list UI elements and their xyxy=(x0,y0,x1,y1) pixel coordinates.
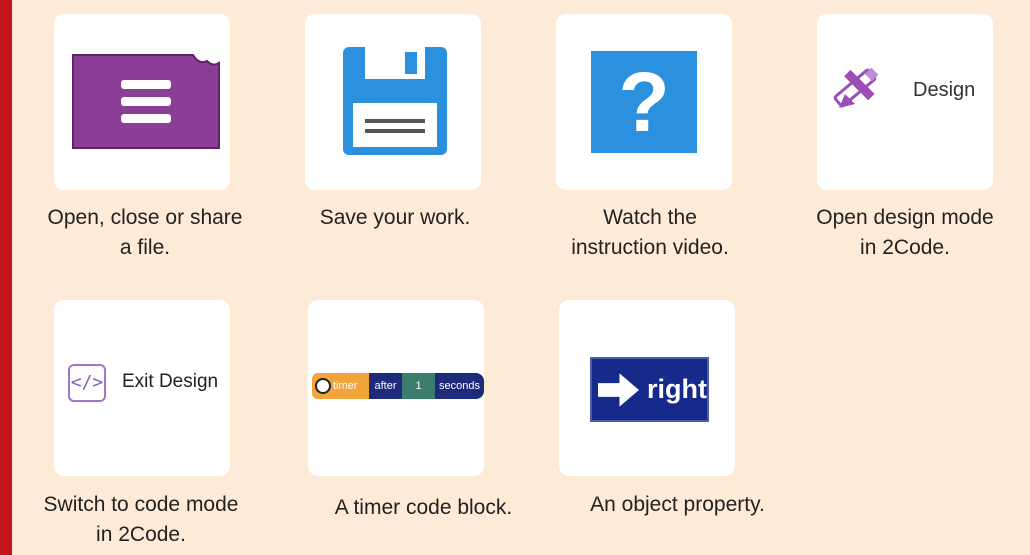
design-pencil-icon xyxy=(833,67,879,108)
seconds-segment: seconds xyxy=(435,373,484,399)
exit-design-label: Exit Design xyxy=(122,371,219,392)
arrow-right-icon xyxy=(598,372,639,407)
help-icon: ? xyxy=(591,51,697,153)
design-card[interactable]: Design xyxy=(817,14,993,190)
save-icon xyxy=(343,47,447,155)
after-segment: after xyxy=(369,373,402,399)
save-caption: Save your work. xyxy=(319,206,471,229)
code-brackets-icon: </> xyxy=(68,364,106,402)
file-menu-card[interactable] xyxy=(54,14,230,190)
file-menu-icon xyxy=(72,54,220,149)
number-segment[interactable]: 1 xyxy=(402,373,435,399)
design-caption: Open design mode in 2Code. xyxy=(816,206,994,259)
design-button-label: Design xyxy=(913,79,976,101)
timer-segment: timer xyxy=(312,373,369,399)
help-card[interactable]: ? xyxy=(556,14,732,190)
exit-design-caption: Switch to code mode in 2Code. xyxy=(43,493,239,546)
file-menu-caption: Open, close or share a file. xyxy=(47,206,243,259)
timer-card[interactable]: timer after 1 seconds xyxy=(308,300,484,476)
save-card[interactable] xyxy=(305,14,481,190)
timer-code-block[interactable]: timer after 1 seconds xyxy=(312,373,484,399)
property-card[interactable]: right xyxy=(559,300,735,476)
property-caption: An object property. xyxy=(590,493,765,516)
left-accent-bar xyxy=(0,0,12,555)
stopwatch-icon xyxy=(315,378,331,394)
help-caption: Watch the instruction video. xyxy=(571,206,729,259)
exit-design-button[interactable]: </> Exit Design xyxy=(58,355,228,411)
timer-caption: A timer code block. xyxy=(334,496,513,519)
design-button[interactable]: Design xyxy=(829,64,981,116)
exit-design-card[interactable]: </> Exit Design xyxy=(54,300,230,476)
object-property-right[interactable]: right xyxy=(590,357,709,422)
property-label: right xyxy=(647,374,707,404)
